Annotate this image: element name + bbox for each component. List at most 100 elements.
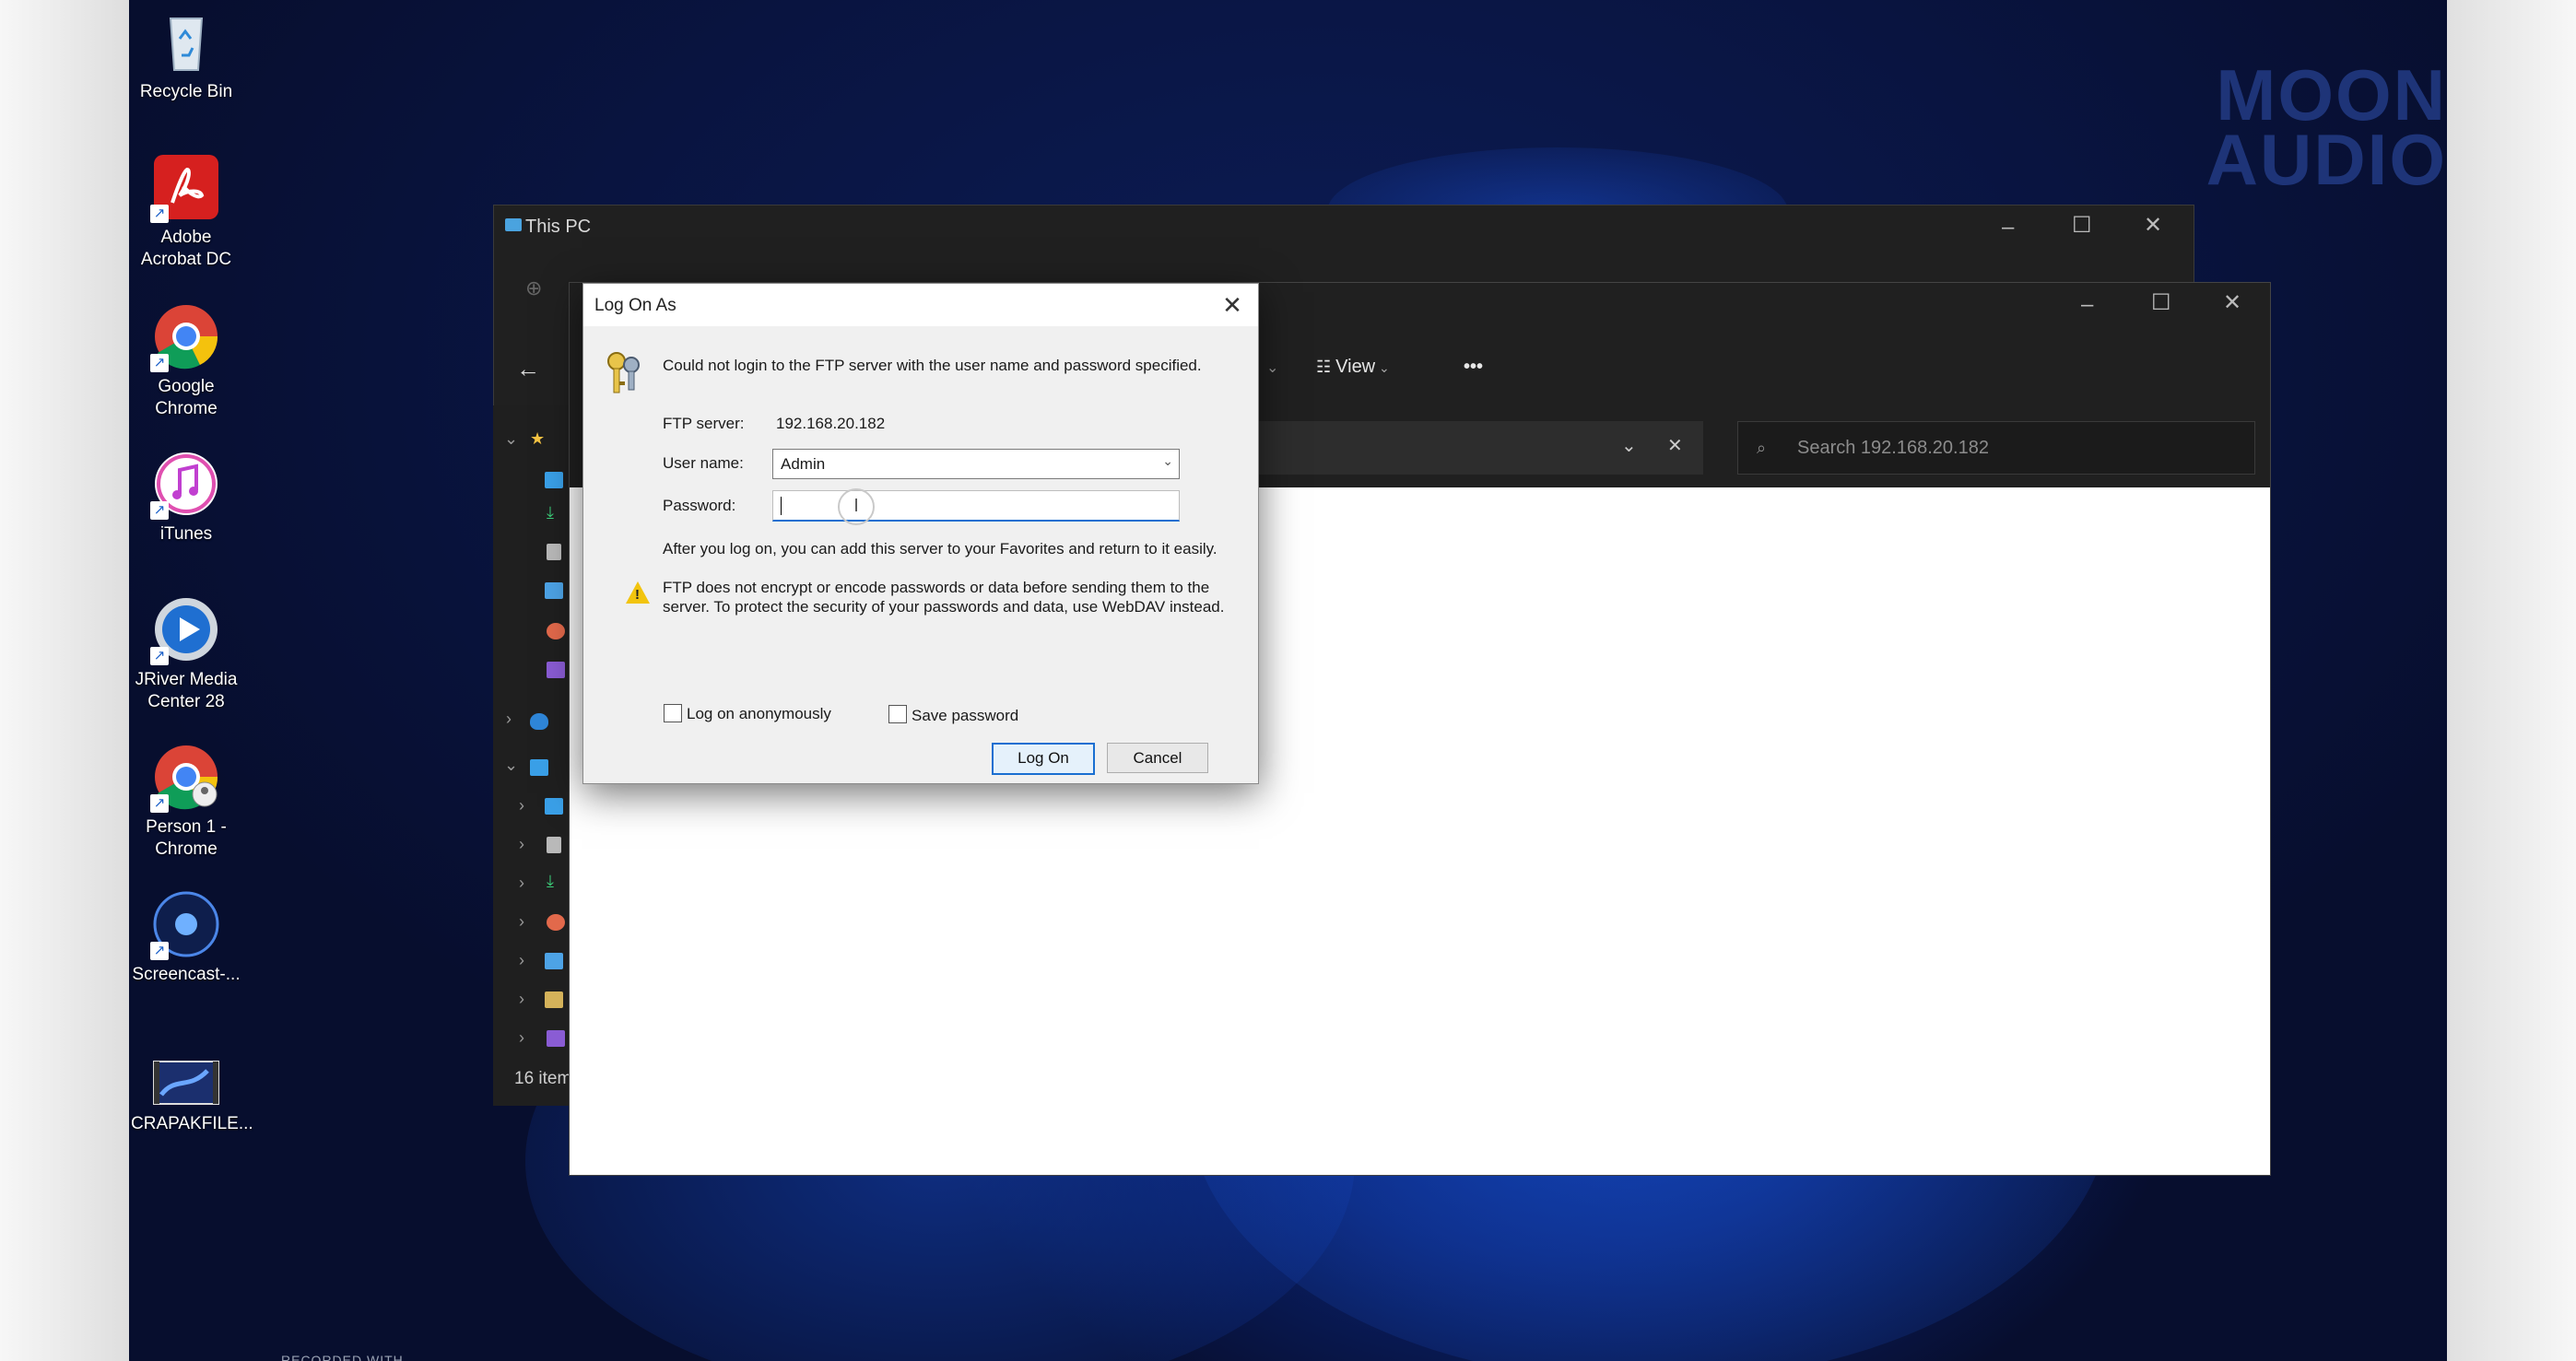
- chevron-down-icon[interactable]: ⌄: [504, 429, 518, 449]
- desktop-folder-icon[interactable]: [545, 472, 563, 488]
- jriver-icon: ↗: [150, 595, 220, 665]
- new-button-icon[interactable]: ⊕: [525, 277, 542, 299]
- desktop-icon-google-chrome[interactable]: ↗ Google Chrome: [131, 302, 241, 420]
- desktop-icon-label: Person 1 -: [146, 817, 227, 837]
- desktop-folder-icon[interactable]: [545, 798, 563, 815]
- cancel-button[interactable]: Cancel: [1107, 743, 1208, 773]
- recorded-with-text: RECORDED WITH: [281, 1353, 404, 1361]
- dialog-title-bar[interactable]: Log On As ✕: [583, 284, 1258, 326]
- download-icon[interactable]: ⤓: [547, 503, 554, 522]
- save-password-label[interactable]: Save password: [912, 707, 1018, 725]
- shortcut-arrow-icon: ↗: [150, 354, 169, 372]
- chevron-down-icon[interactable]: ⌄: [1266, 358, 1278, 377]
- save-password-checkbox[interactable]: [888, 705, 907, 723]
- itunes-icon: ↗: [150, 450, 220, 520]
- maximize-button[interactable]: ☐: [2151, 292, 2171, 314]
- desktop-icon-label: JRiver Media: [135, 670, 238, 689]
- address-history-chevron-icon[interactable]: ⌄: [1621, 434, 1637, 457]
- log-on-anonymously-label[interactable]: Log on anonymously: [687, 705, 831, 723]
- password-label: Password:: [663, 497, 736, 514]
- ftp-server-value: 192.168.20.182: [776, 415, 886, 432]
- folder-icon[interactable]: [545, 991, 563, 1008]
- pictures-icon[interactable]: [545, 582, 563, 599]
- chevron-right-icon[interactable]: ›: [506, 710, 512, 729]
- desktop-icon-crapakfile[interactable]: CRAPAKFILE...: [131, 1058, 253, 1135]
- desktop-icon-jriver[interactable]: ↗ JRiver Media Center 28: [131, 595, 241, 713]
- desktop-icon-label-line2: Chrome: [155, 399, 218, 418]
- shortcut-arrow-icon: ↗: [150, 205, 169, 223]
- search-input[interactable]: ⌕ Search 192.168.20.182: [1737, 421, 2255, 475]
- right-letterbox: [2447, 0, 2576, 1361]
- desktop-icon-person1-chrome[interactable]: ↗ Person 1 - Chrome: [131, 743, 241, 861]
- videos-icon[interactable]: [547, 662, 565, 678]
- search-icon: ⌕: [1757, 439, 1767, 457]
- desktop-icon-itunes[interactable]: ↗ iTunes: [131, 450, 241, 546]
- password-field[interactable]: [772, 490, 1180, 522]
- desktop-icon-label-line2: Acrobat DC: [140, 250, 232, 269]
- dialog-title: Log On As: [594, 296, 676, 315]
- pictures-icon[interactable]: [545, 953, 563, 969]
- music-icon[interactable]: [547, 914, 565, 931]
- ftp-server-label: FTP server:: [663, 415, 745, 432]
- close-button[interactable]: ✕: [2223, 292, 2241, 314]
- minimize-button[interactable]: –: [2081, 294, 2093, 316]
- address-clear-icon[interactable]: ✕: [1667, 434, 1683, 457]
- more-options-button[interactable]: •••: [1464, 357, 1483, 378]
- address-bar[interactable]: ⌄ ✕: [1256, 421, 1703, 475]
- favorites-note: After you log on, you can add this serve…: [663, 540, 1217, 557]
- window-title: This PC: [525, 217, 592, 237]
- desktop-icon-label: Recycle Bin: [139, 82, 233, 101]
- close-button[interactable]: ✕: [2144, 215, 2162, 237]
- minimize-button[interactable]: –: [2002, 217, 2014, 239]
- documents-icon[interactable]: [547, 837, 561, 853]
- log-on-button[interactable]: Log On: [992, 743, 1095, 775]
- this-pc-nav-icon[interactable]: [530, 759, 548, 776]
- keys-icon: [604, 348, 644, 396]
- status-bar-item-count: 16 item: [514, 1069, 572, 1088]
- shortcut-arrow-icon: ↗: [150, 501, 169, 520]
- chevron-down-icon[interactable]: ⌄: [1162, 453, 1173, 469]
- view-icon: ☷: [1316, 358, 1336, 376]
- back-arrow-icon[interactable]: ←: [516, 355, 540, 383]
- log-on-anonymously-checkbox[interactable]: [664, 704, 682, 722]
- chevron-right-icon[interactable]: ›: [519, 874, 524, 893]
- watermark-line1: MOON: [2216, 54, 2447, 135]
- chevron-right-icon[interactable]: ›: [519, 951, 524, 970]
- chevron-down-icon[interactable]: ⌄: [504, 756, 518, 775]
- left-letterbox: [0, 0, 129, 1361]
- music-icon[interactable]: [547, 623, 565, 639]
- onedrive-icon[interactable]: [530, 713, 548, 730]
- error-message: Could not login to the FTP server with t…: [663, 357, 1202, 374]
- username-combobox[interactable]: Admin ⌄: [772, 449, 1180, 479]
- chevron-right-icon[interactable]: ›: [519, 796, 524, 815]
- star-icon: ★: [530, 429, 546, 448]
- desktop-icon-label: Google: [158, 377, 215, 396]
- videos-icon[interactable]: [547, 1030, 565, 1047]
- documents-icon[interactable]: [547, 544, 561, 560]
- desktop-icon-label: Adobe: [160, 228, 212, 247]
- view-button[interactable]: ☷ View ⌄: [1316, 357, 1390, 378]
- chevron-right-icon[interactable]: ›: [519, 835, 524, 854]
- chevron-right-icon[interactable]: ›: [519, 1028, 524, 1048]
- text-caret: [781, 497, 782, 515]
- download-icon[interactable]: ⤓: [547, 872, 554, 891]
- chevron-right-icon[interactable]: ›: [519, 990, 524, 1009]
- desktop-icon-label: CRAPAKFILE...: [131, 1114, 253, 1133]
- navigation-pane[interactable]: ⌄ ★ ⤓ › ⌄ › › › ⤓ › › › ›: [493, 405, 569, 1106]
- desktop-icon-label: iTunes: [159, 524, 213, 544]
- desktop-icon-label-line2: Center 28: [147, 692, 225, 711]
- username-value: Admin: [781, 455, 826, 473]
- maximize-button[interactable]: ☐: [2072, 215, 2092, 237]
- moon-audio-watermark: MOON AUDIO: [2081, 54, 2447, 195]
- log-on-as-dialog[interactable]: Log On As ✕ Could not login to the FTP s…: [582, 283, 1259, 784]
- desktop-icon-recycle-bin[interactable]: Recycle Bin: [131, 7, 241, 103]
- desktop-icon-screencast[interactable]: ↗ Screencast-...: [131, 890, 241, 986]
- chrome-profile-icon: ↗: [150, 743, 220, 813]
- username-label: User name:: [663, 454, 744, 472]
- desktop-icon-adobe-acrobat[interactable]: ↗ Adobe Acrobat DC: [131, 153, 241, 271]
- chevron-right-icon[interactable]: ›: [519, 912, 524, 932]
- recycle-bin-icon: [152, 7, 220, 76]
- dialog-close-button[interactable]: ✕: [1216, 291, 1249, 319]
- screencast-icon: ↗: [150, 890, 220, 960]
- desktop-icon-label-line2: Chrome: [155, 839, 218, 859]
